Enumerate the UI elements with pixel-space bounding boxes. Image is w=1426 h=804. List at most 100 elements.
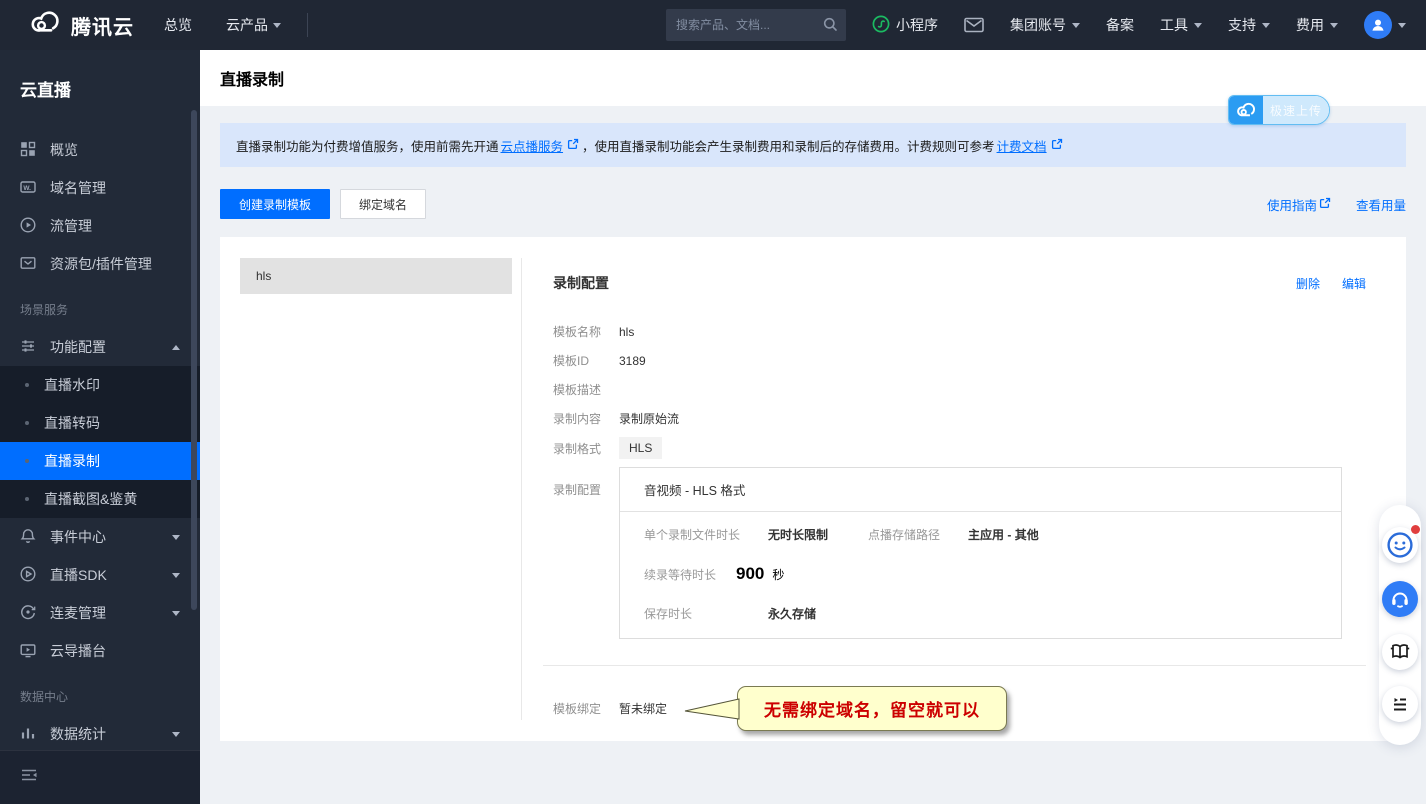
sidebar-subitem-screenshot[interactable]: 直播截图&鉴黄 bbox=[0, 480, 200, 518]
svg-text:W.: W. bbox=[23, 184, 31, 191]
avatar bbox=[1364, 11, 1392, 39]
external-link-icon[interactable] bbox=[567, 138, 579, 153]
sidebar-item-live-sdk[interactable]: 直播SDK bbox=[0, 556, 200, 594]
billing-doc-link[interactable]: 计费文档 bbox=[997, 136, 1047, 155]
sidebar-item-domain[interactable]: W. 域名管理 bbox=[0, 169, 200, 207]
nav-tools[interactable]: 工具 bbox=[1160, 15, 1202, 35]
sidebar-item-feature-config[interactable]: 功能配置 bbox=[0, 328, 200, 366]
sidebar: 云直播 概览 W. 域名管理 流管理 资源包/插件管理 场景服务 功能配置 直播… bbox=[0, 50, 200, 804]
annotation-callout: 无需绑定域名，留空就可以 bbox=[684, 686, 1008, 731]
feedback-smiley-button[interactable] bbox=[1382, 525, 1420, 563]
sliders-icon bbox=[20, 338, 36, 357]
vod-service-link[interactable]: 云点播服务 bbox=[501, 136, 564, 155]
delete-template-link[interactable]: 删除 bbox=[1296, 275, 1320, 292]
field-record-config: 录制配置 音视频 - HLS 格式 单个录制文件时长 无时长限制 点播存储路径 … bbox=[553, 467, 1366, 639]
support-headset-button[interactable] bbox=[1382, 581, 1418, 617]
feature-config-submenu: 直播水印 直播转码 直播录制 直播截图&鉴黄 bbox=[0, 366, 200, 518]
chevron-down-icon bbox=[273, 22, 281, 32]
link-mic-icon bbox=[20, 604, 36, 623]
sidebar-footer bbox=[0, 750, 200, 804]
caster-monitor-icon bbox=[20, 642, 36, 661]
chevron-down-icon bbox=[1194, 22, 1202, 32]
brand-name: 腾讯云 bbox=[71, 16, 134, 39]
banner-text: 直播录制功能为付费增值服务，使用前需先开通 bbox=[236, 139, 499, 154]
stream-play-icon bbox=[20, 216, 36, 236]
sidebar-item-link-mic[interactable]: 连麦管理 bbox=[0, 594, 200, 632]
sidebar-subitem-watermark[interactable]: 直播水印 bbox=[0, 366, 200, 404]
billing-notice-banner: 直播录制功能为付费增值服务，使用前需先开通 云点播服务 ，使用直播录制功能会产生录制… bbox=[220, 123, 1406, 167]
nav-group-account[interactable]: 集团账号 bbox=[1010, 15, 1080, 35]
sidebar-scrollbar[interactable] bbox=[191, 110, 197, 610]
bind-domain-button[interactable]: 绑定域名 bbox=[340, 189, 427, 219]
external-link-icon[interactable] bbox=[1051, 138, 1063, 153]
cloud-logo-icon bbox=[1229, 96, 1263, 124]
quick-upload-widget[interactable]: 极速上传 bbox=[1228, 95, 1330, 125]
nav-support[interactable]: 支持 bbox=[1228, 15, 1270, 35]
field-template-binding: 模板绑定 暂未绑定 无需绑定域名，留空就可以 bbox=[553, 686, 1366, 731]
create-template-button[interactable]: 创建录制模板 bbox=[220, 189, 331, 219]
search-box bbox=[666, 9, 846, 41]
sidebar-item-overview[interactable]: 概览 bbox=[0, 131, 200, 169]
nav-products[interactable]: 云产品 bbox=[226, 15, 281, 35]
field-template-id: 模板ID 3189 bbox=[553, 353, 646, 369]
vertical-divider bbox=[521, 258, 522, 720]
account-menu[interactable] bbox=[1364, 11, 1406, 39]
search-input[interactable] bbox=[666, 9, 846, 41]
template-card: hls 录制配置 删除 编辑 模板名称 hls 模板ID 3189 模板描述 录… bbox=[220, 237, 1406, 741]
tencent-cloud-logo[interactable]: 腾讯云 bbox=[0, 10, 164, 41]
sidebar-item-caster[interactable]: 云导播台 bbox=[0, 632, 200, 670]
package-icon bbox=[20, 255, 36, 274]
chevron-down-icon bbox=[172, 572, 180, 582]
format-tag: HLS bbox=[619, 437, 663, 459]
bell-icon bbox=[20, 528, 36, 547]
section-divider bbox=[543, 665, 1366, 666]
chevron-down-icon bbox=[172, 610, 180, 620]
main-content: 直播录制 极速上传 直播录制功能为付费增值服务，使用前需先开通 云点播服务 ，使用直… bbox=[200, 50, 1426, 804]
bar-chart-icon bbox=[20, 725, 36, 744]
chevron-down-icon bbox=[1072, 22, 1080, 32]
config-box-header: 音视频 - HLS 格式 bbox=[620, 468, 1341, 512]
sidebar-section-scenario: 场景服务 bbox=[20, 303, 69, 317]
sidebar-section-data-center: 数据中心 bbox=[20, 690, 69, 704]
mail-icon[interactable] bbox=[964, 17, 984, 33]
sidebar-subitem-recording[interactable]: 直播录制 bbox=[0, 442, 200, 480]
callout-text: 无需绑定域名，留空就可以 bbox=[764, 701, 981, 720]
resume-wait-value: 900 bbox=[736, 564, 765, 583]
banner-text: ，使用直播录制功能会产生录制费用和录制后的存储费用。计费规则可参考 bbox=[582, 139, 995, 154]
edit-template-link[interactable]: 编辑 bbox=[1342, 275, 1366, 292]
dashboard-icon bbox=[20, 141, 36, 160]
field-record-format: 录制格式 HLS bbox=[553, 433, 1366, 463]
field-record-content: 录制内容 录制原始流 bbox=[553, 412, 680, 426]
sidebar-item-statistics[interactable]: 数据统计 bbox=[0, 715, 200, 750]
sidebar-item-event-center[interactable]: 事件中心 bbox=[0, 518, 200, 556]
survey-list-button[interactable] bbox=[1382, 686, 1418, 722]
callout-arrow bbox=[684, 698, 740, 725]
chevron-up-icon bbox=[172, 341, 180, 350]
chevron-down-icon bbox=[1262, 22, 1270, 32]
config-row-resume-wait: 续录等待时长 900 秒 bbox=[644, 564, 785, 583]
chevron-down-icon bbox=[172, 534, 180, 544]
field-template-name: 模板名称 hls bbox=[553, 324, 635, 340]
detail-heading: 录制配置 bbox=[553, 275, 609, 291]
miniprogram-entry[interactable]: 小程序 bbox=[872, 15, 938, 36]
template-list-item[interactable]: hls bbox=[240, 258, 512, 294]
usage-guide-link[interactable]: 使用指南 bbox=[1267, 195, 1334, 214]
chevron-down-icon bbox=[1330, 22, 1338, 32]
nav-billing[interactable]: 费用 bbox=[1296, 15, 1338, 35]
quick-upload-label: 极速上传 bbox=[1263, 96, 1329, 124]
notification-dot bbox=[1411, 525, 1420, 534]
nav-icp[interactable]: 备案 bbox=[1106, 15, 1134, 35]
sidebar-item-streams[interactable]: 流管理 bbox=[0, 207, 200, 245]
config-row-duration-path: 单个录制文件时长 无时长限制 点播存储路径 主应用 - 其他 bbox=[644, 528, 1039, 542]
topbar-right: 小程序 集团账号 备案 工具 支持 费用 bbox=[872, 11, 1426, 39]
view-usage-link[interactable]: 查看用量 bbox=[1356, 195, 1406, 214]
docs-book-button[interactable] bbox=[1382, 634, 1418, 670]
page-title: 直播录制 bbox=[220, 72, 285, 89]
chevron-down-icon bbox=[172, 731, 180, 741]
sidebar-subitem-transcode[interactable]: 直播转码 bbox=[0, 404, 200, 442]
sdk-play-icon bbox=[20, 565, 36, 585]
nav-overview[interactable]: 总览 bbox=[164, 15, 192, 35]
collapse-sidebar-icon[interactable] bbox=[20, 767, 38, 788]
search-icon[interactable] bbox=[823, 17, 838, 37]
sidebar-item-resource-packages[interactable]: 资源包/插件管理 bbox=[0, 245, 200, 283]
